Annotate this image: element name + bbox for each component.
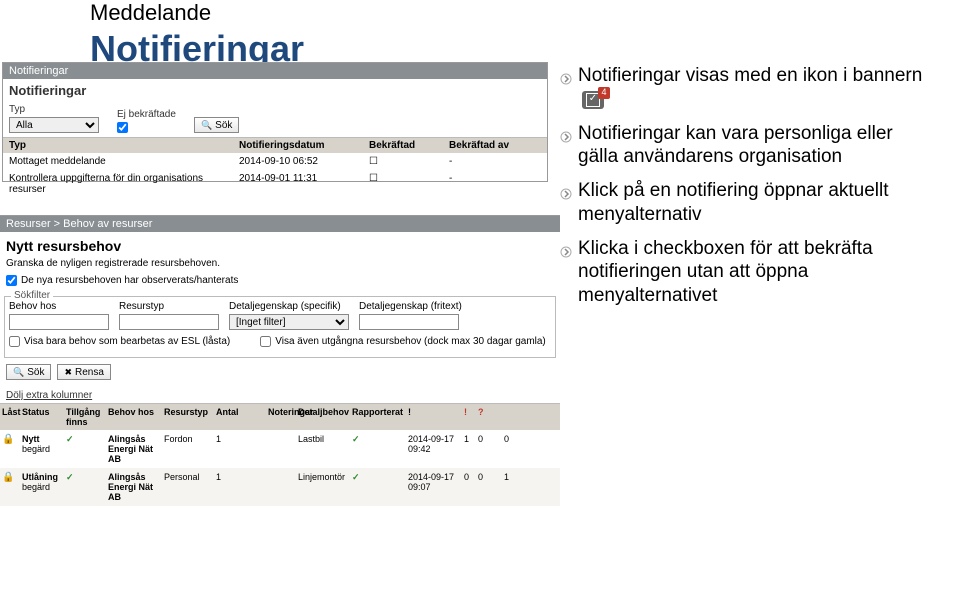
cell: - <box>449 173 541 195</box>
cell: 2014-09-17 09:07 <box>408 472 462 502</box>
search-button[interactable]: 🔍 Sök <box>6 364 51 380</box>
col-confirmed: Bekräftad <box>369 140 449 151</box>
table-row[interactable]: Mottaget meddelande 2014-09-10 06:52 ☐ - <box>3 153 547 170</box>
cell: begärd <box>22 444 50 454</box>
esl-checkbox[interactable] <box>9 336 20 347</box>
cell: Fordon <box>164 434 214 464</box>
cell: Mottaget meddelande <box>9 156 239 167</box>
clear-button[interactable]: ✖ Rensa <box>57 364 110 380</box>
confirm-checkbox[interactable]: ☐ <box>369 173 449 195</box>
notifications-panel: Notifieringar Notifieringar Typ Alla Ej … <box>2 62 548 182</box>
cell: Lastbil <box>298 434 350 464</box>
type-label: Typ <box>9 104 99 115</box>
cell: 2014-09-10 06:52 <box>239 156 369 167</box>
bullet-list: Notifieringar visas med en ikon i banner… <box>560 64 930 318</box>
detaljfri-label: Detaljegenskap (fritext) <box>359 301 462 312</box>
unconfirmed-label: Ej bekräftade <box>117 109 176 120</box>
detaljspec-label: Detaljegenskap (specifik) <box>229 301 349 312</box>
cell <box>268 434 296 464</box>
col-confirmedby: Bekräftad av <box>449 140 541 151</box>
cell: Alingsås Energi Nät AB <box>108 434 153 464</box>
notification-badge-icon: ✓ 4 <box>582 91 604 109</box>
bullet-text: Notifieringar kan vara personliga eller … <box>578 122 930 170</box>
detaljspec-select[interactable]: [Inget filter] <box>229 314 349 330</box>
cell: 1 <box>464 434 476 464</box>
esl-label: Visa bara behov som bearbetas av ESL (lå… <box>24 336 230 347</box>
cell: 1 <box>216 472 266 502</box>
panel-section-title: Notifieringar <box>3 79 547 100</box>
resurstyp-label: Resurstyp <box>119 301 219 312</box>
cell: 0 <box>478 434 502 464</box>
panel-header: Notifieringar <box>3 63 547 79</box>
filter-legend: Sökfilter <box>11 290 53 301</box>
lock-icon: 🔒 <box>2 472 20 502</box>
cell: Nytt <box>22 434 40 444</box>
col-type: Typ <box>9 140 239 151</box>
cell: 0 <box>478 472 502 502</box>
type-select[interactable]: Alla <box>9 117 99 133</box>
cell: Alingsås Energi Nät AB <box>108 472 153 502</box>
bullet-text: Notifieringar visas med en ikon i banner… <box>578 64 930 112</box>
hide-columns-link[interactable]: Dölj extra kolumner <box>0 388 98 403</box>
behovhos-input[interactable] <box>9 314 109 330</box>
confirm-checkbox[interactable]: ☐ <box>369 156 449 167</box>
result-header: Låst Status Tillgång finns Behov hos Res… <box>0 403 560 430</box>
check-icon: ✓ <box>352 472 406 502</box>
bullet-text: Klick på en notifiering öppnar aktuellt … <box>578 179 930 227</box>
handled-checkbox[interactable] <box>6 275 17 286</box>
chevron-right-icon <box>560 183 578 207</box>
cell: 2014-09-01 11:31 <box>239 173 369 195</box>
expired-label: Visa även utgångna resursbehov (dock max… <box>275 336 546 347</box>
check-icon: ✓ <box>66 434 106 464</box>
cell: 0 <box>464 472 476 502</box>
bullet-text: Klicka i checkboxen för att bekräfta not… <box>578 237 930 308</box>
resurstyp-input[interactable] <box>119 314 219 330</box>
lock-icon: 🔒 <box>2 434 20 464</box>
chevron-right-icon <box>560 126 578 150</box>
page-title: Nytt resursbehov <box>0 232 560 258</box>
search-filter-box: Sökfilter Behov hos Resurstyp Detaljegen… <box>4 296 556 358</box>
chevron-right-icon <box>560 68 578 92</box>
search-icon: 🔍 <box>201 120 212 131</box>
cell: Kontrollera uppgifterna för din organisa… <box>9 173 239 195</box>
cell: Personal <box>164 472 214 502</box>
cell: 0 <box>504 434 528 464</box>
cell: 1 <box>216 434 266 464</box>
cell: Linjemontör <box>298 472 350 502</box>
cell: begärd <box>22 482 50 492</box>
search-icon: 🔍 <box>13 367 24 378</box>
doc-subtitle: Meddelande <box>90 0 304 26</box>
check-icon: ✓ <box>66 472 106 502</box>
clear-icon: ✖ <box>64 367 72 378</box>
intro-text: Granska de nyligen registrerade resursbe… <box>0 258 560 275</box>
cell: - <box>449 156 541 167</box>
resources-panel: Resurser > Behov av resurser Nytt resurs… <box>0 215 560 595</box>
result-row[interactable]: 🔒 Nyttbegärd ✓ Alingsås Energi Nät AB Fo… <box>0 430 560 468</box>
check-icon: ✓ <box>352 434 406 464</box>
cell: 1 <box>504 472 528 502</box>
question-icon: ? <box>478 407 502 427</box>
result-row[interactable]: 🔒 Utlåningbegärd ✓ Alingsås Energi Nät A… <box>0 468 560 506</box>
cell <box>268 472 296 502</box>
search-button[interactable]: 🔍 Sök <box>194 117 239 133</box>
cell: Utlåning <box>22 472 58 482</box>
breadcrumb: Resurser > Behov av resurser <box>0 216 560 232</box>
warning-icon: ! <box>464 407 476 427</box>
col-date: Notifieringsdatum <box>239 140 369 151</box>
table-row[interactable]: Kontrollera uppgifterna för din organisa… <box>3 170 547 198</box>
cell: 2014-09-17 09:42 <box>408 434 462 464</box>
handled-label: De nya resursbehoven har observerats/han… <box>21 275 238 286</box>
detaljfri-input[interactable] <box>359 314 459 330</box>
unconfirmed-checkbox[interactable] <box>117 122 128 133</box>
behovhos-label: Behov hos <box>9 301 109 312</box>
expired-checkbox[interactable] <box>260 336 271 347</box>
chevron-right-icon <box>560 241 578 265</box>
